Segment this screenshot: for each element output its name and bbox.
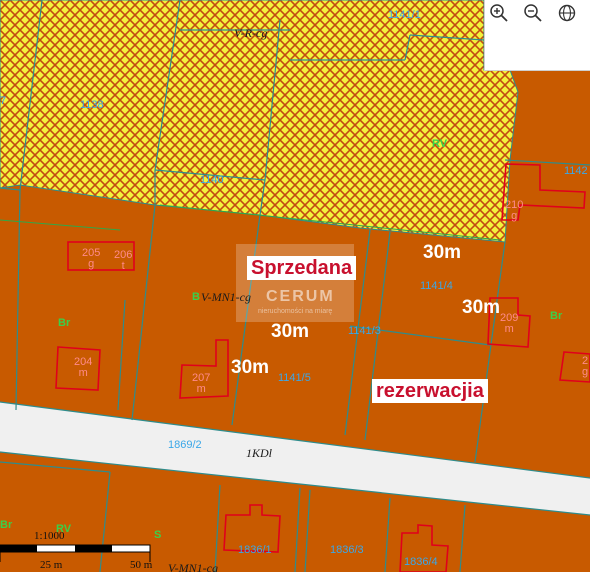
- zoom-out-button[interactable]: [523, 3, 553, 31]
- dimension-label: 30m: [462, 297, 501, 318]
- dimension-label: 30m: [231, 357, 270, 378]
- watermark-brand: CERUM: [266, 288, 335, 305]
- reserved-label: rezerwacjia: [372, 379, 488, 403]
- parcel-number: 1141/4: [420, 280, 453, 292]
- parcel-number: 1141/5: [278, 372, 311, 384]
- dimension-label: 30m: [271, 321, 310, 342]
- globe-button[interactable]: [557, 3, 587, 31]
- dimension-label: 30m: [423, 242, 462, 263]
- building-label: 2g: [582, 355, 589, 378]
- building-label: 207 m: [192, 372, 211, 395]
- parcel-number: 1141/1: [388, 9, 421, 21]
- zoom-out-icon: [524, 4, 542, 22]
- zone-label: V-MN1-cg: [201, 290, 251, 304]
- zoning-map[interactable]: CERUM nieruchomości na miarę 1141/1 1138…: [0, 0, 590, 572]
- map-controls: [484, 0, 590, 71]
- parcel-number: 1836/3: [330, 544, 364, 556]
- watermark-tagline: nieruchomości na miarę: [258, 308, 333, 315]
- zoom-in-icon: [490, 4, 508, 22]
- zone-symbol: Br: [58, 317, 71, 329]
- parcel-number: 1836/1: [238, 544, 272, 556]
- globe-icon: [558, 4, 576, 22]
- parcel-number: 1140: [200, 174, 224, 186]
- parcel-number: 1141/3: [348, 325, 381, 337]
- parcel-number: 1142: [564, 165, 588, 177]
- building-label: 205 g: [82, 247, 101, 270]
- building-label: 206 t: [114, 249, 133, 272]
- scale-mark: 25 m: [40, 559, 63, 571]
- zone-symbol: B: [192, 291, 200, 303]
- building-label: 209 m: [500, 312, 519, 335]
- scale-ratio: 1:1000: [34, 530, 65, 542]
- zone-symbol: RV: [432, 138, 448, 150]
- scale-mark: 50 m: [130, 559, 153, 571]
- parcel-number: 1869/2: [168, 439, 202, 451]
- road-label: 1KDl: [246, 446, 273, 460]
- zone-symbol: Br: [550, 310, 563, 322]
- building-label: 210 g: [505, 199, 524, 222]
- building-label: 204 m: [74, 356, 93, 379]
- sold-label: Sprzedana: [247, 256, 357, 280]
- parcel-number: 1138: [80, 99, 104, 111]
- parcel-number: 7: [0, 95, 7, 107]
- zone-symbol: S: [154, 529, 162, 541]
- zone-symbol: Br: [0, 519, 13, 531]
- zoom-in-button[interactable]: [489, 3, 519, 31]
- parcel-number: 1836/4: [404, 556, 438, 568]
- zone-label: V-MN1-cg: [168, 561, 218, 572]
- zone-label: V-R-cg: [234, 26, 268, 40]
